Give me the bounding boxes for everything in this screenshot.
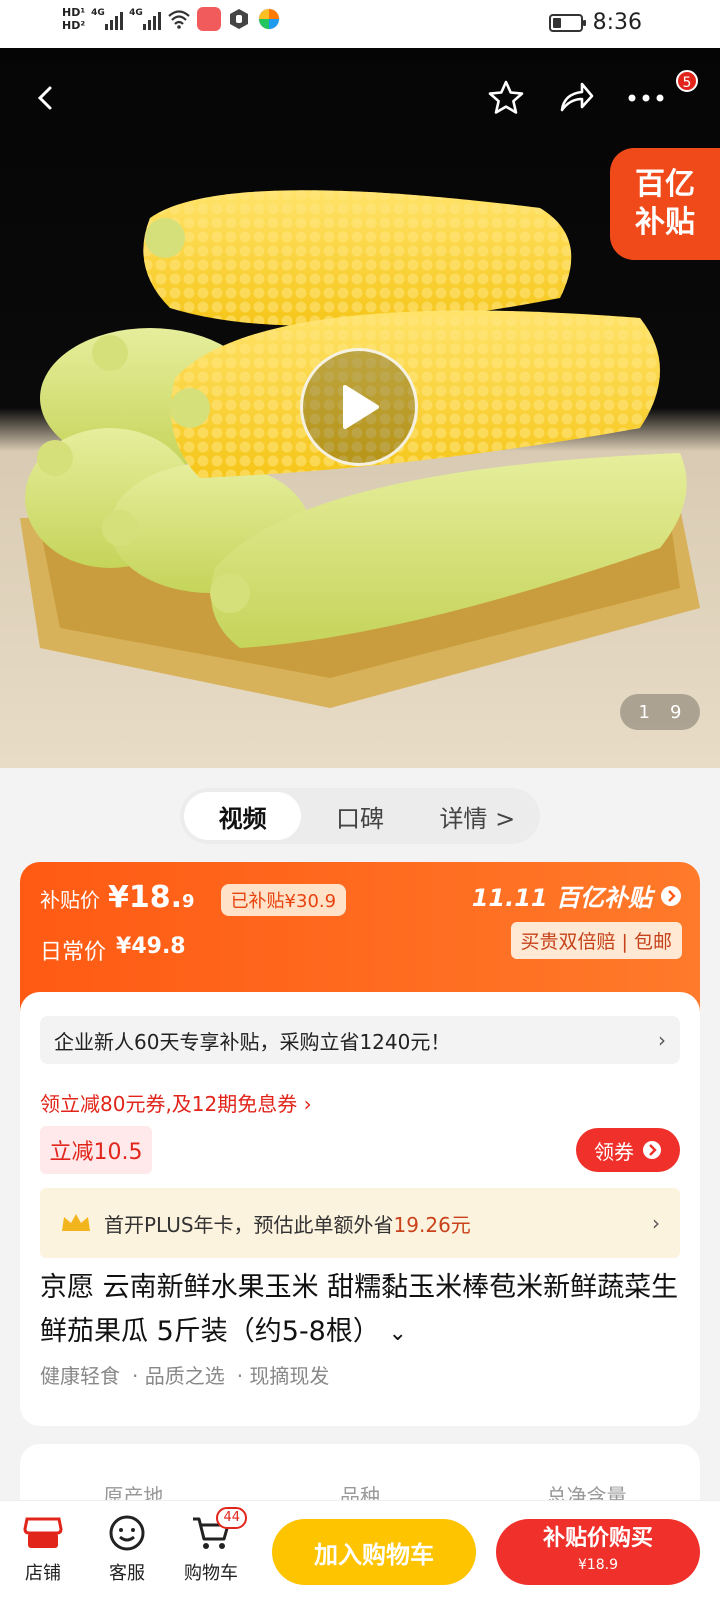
tag-item: 健康轻食 [40,1364,120,1388]
subsidized-amount-badge: 已补贴¥30.9 [220,884,347,916]
promo-brand-link[interactable]: 11.11 百亿补贴 [472,878,682,913]
mail-app-icon [197,7,222,31]
buy-now-button[interactable]: 补贴价购买 ¥18.9 [496,1519,700,1585]
crown-icon [62,1214,90,1231]
star-icon [488,80,524,114]
hero-toolbar: 5 [0,48,720,148]
cart-button[interactable]: 44 购物车 [176,1507,247,1585]
clock: 8:36 [592,10,642,35]
status-bar: HD¹ HD² 4G 4G 8:36 [0,0,720,48]
subsidy-badge-line1: 百亿 [635,167,695,202]
promo-brand: 11.11 百亿补贴 [471,884,652,912]
more-button[interactable] [624,76,668,120]
content-tabs: 视频 口碑 详情 > [180,788,540,844]
signal-icon: 4G [91,8,124,30]
tag-item: · 品质之选 [132,1364,225,1388]
offers-card: 企业新人60天专享补贴，采购立省1240元！ › 领立减80元券,及12期免息券… [20,992,700,1426]
plus-text: 首开PLUS年卡，预估此单额外省 [104,1212,394,1237]
service-label: 客服 [109,1563,145,1584]
tab-details[interactable]: 详情 > [419,792,536,840]
wifi-icon [168,10,190,29]
buy-now-price: ¥18.9 [577,1557,619,1573]
tab-video[interactable]: 视频 [184,792,302,840]
coupon-link[interactable]: 领立减80元券,及12期免息券 › [40,1088,312,1117]
back-button[interactable] [24,76,68,120]
subsidy-price: ¥18.9 [108,880,195,915]
counter-total: 9 [670,701,682,723]
get-coupon-label: 领券 [594,1139,634,1164]
chevron-right-circle-icon [661,885,681,906]
notification-badge: 5 [676,70,698,92]
chevron-right-circle-icon [643,1141,661,1159]
more-icon [628,94,664,102]
shop-label: 店铺 [25,1563,61,1584]
cart-label: 购物车 [184,1563,238,1584]
shop-button[interactable]: 店铺 [8,1513,78,1585]
enterprise-notice-text: 企业新人60天专享补贴，采购立省1240元！ [54,1029,451,1054]
cart-count-badge: 44 [216,1507,247,1529]
share-icon [560,82,594,112]
subsidy-badge: 百亿 补贴 [610,148,720,260]
signal-icon: 4G [129,8,162,30]
battery-icon [548,13,586,32]
product-tags: 健康轻食 · 品质之选 · 现摘现发 [40,1360,329,1389]
get-coupon-button[interactable]: 领券 [576,1128,680,1172]
service-button[interactable]: 客服 [92,1513,162,1585]
product-title: 京愿 云南新鲜水果玉米 甜糯黏玉米棒苞米新鲜蔬菜生鲜茄果瓜 5斤装（约5-8根）… [40,1266,680,1356]
counter-current: 1 [638,701,650,723]
guarantee-badge[interactable]: 买贵双倍赔 | 包邮 [510,922,682,959]
instant-discount-badge: 立减10.5 [40,1126,152,1174]
tag-item: · 现摘现发 [236,1364,330,1388]
hd-icon: HD¹ HD² [62,6,86,32]
tab-reviews[interactable]: 口碑 [301,792,418,840]
plus-amount: 19.26元 [393,1212,471,1237]
plus-membership-bar[interactable]: 首开PLUS年卡，预估此单额外省 19.26元 › [40,1188,680,1258]
chevron-right-icon: › [652,1211,660,1235]
pinwheel-app-icon [258,8,280,30]
add-to-cart-button[interactable]: 加入购物车 [272,1519,476,1585]
favorite-button[interactable] [484,76,528,120]
subsidy-badge-line2: 补贴 [635,205,695,240]
image-counter: 1 9 [620,694,700,730]
buy-now-label: 补贴价购买 [542,1526,653,1551]
chat-face-icon [109,1515,145,1551]
chevron-left-icon [37,86,52,110]
product-page: HD¹ HD² 4G 4G 8:36 5 百亿 补贴 1 9 视频 口碑 详情 … [0,0,720,1600]
chevron-down-icon[interactable]: ⌄ [388,1321,406,1346]
regular-price-label: 日常价 [40,940,107,965]
subsidy-price-label: 补贴价 [40,888,100,912]
product-title-text: 京愿 云南新鲜水果玉米 甜糯黏玉米棒苞米新鲜蔬菜生鲜茄果瓜 5斤装（约5-8根） [40,1272,679,1347]
play-video-button[interactable] [300,348,418,466]
play-icon [343,385,379,429]
share-button[interactable] [554,76,598,120]
regular-price: ¥49.8 [116,934,186,959]
bottom-action-bar: 店铺 客服 44 购物车 加入购物车 补贴价购买 ¥18.9 [0,1500,720,1600]
chevron-right-icon: › [658,1028,666,1052]
enterprise-notice[interactable]: 企业新人60天专享补贴，采购立省1240元！ › [40,1016,680,1064]
product-gallery[interactable]: 5 百亿 补贴 1 9 [0,48,720,768]
hand-app-icon [230,9,249,29]
shop-icon [23,1517,63,1548]
